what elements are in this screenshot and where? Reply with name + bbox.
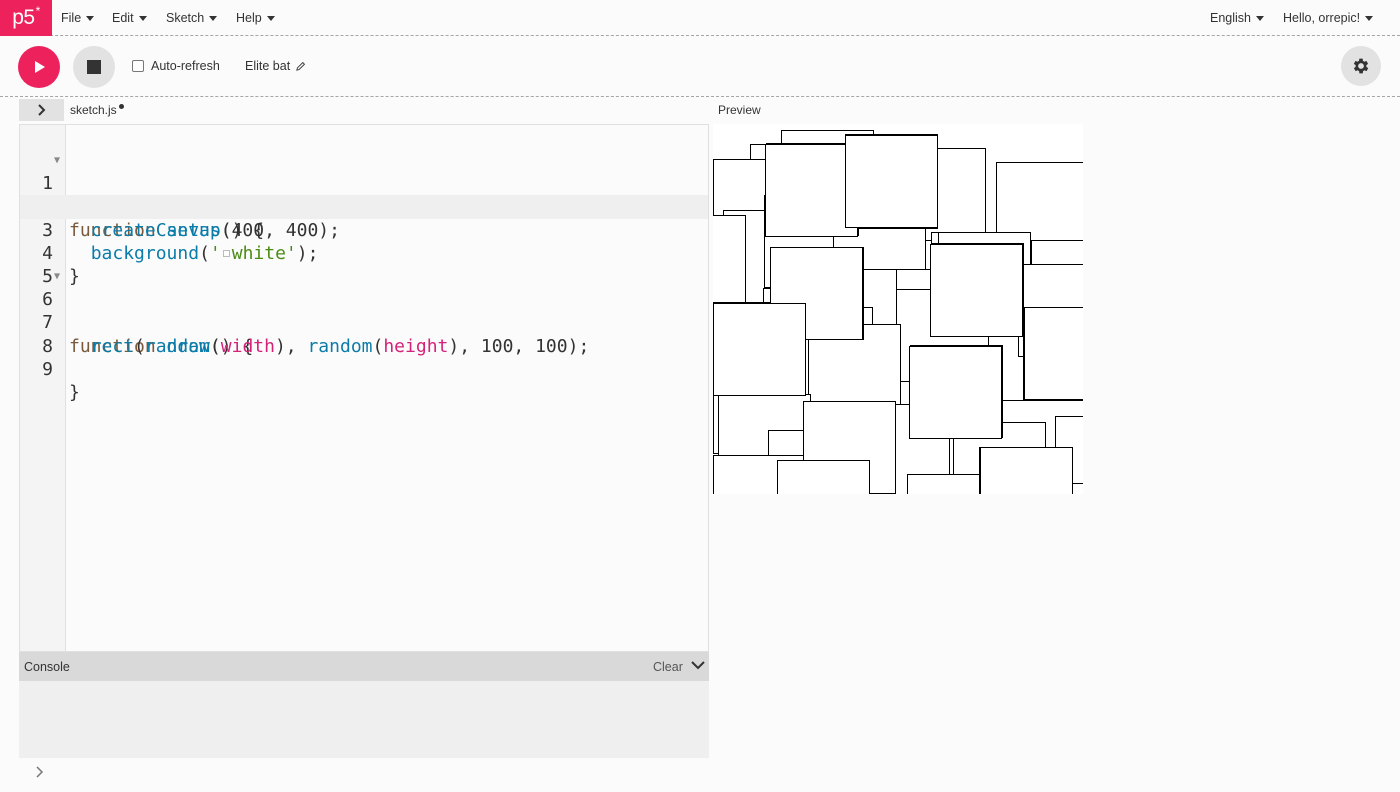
project-name[interactable]: Elite bat [245, 59, 306, 73]
sketch-rect [980, 447, 1073, 494]
fold-arrow-icon[interactable]: ▼ [54, 265, 60, 288]
code-line[interactable]: 1 ▼ function setup() { [20, 149, 708, 241]
console-output [19, 681, 709, 758]
code-line[interactable]: 4 } [20, 219, 708, 287]
gear-icon [1353, 58, 1369, 74]
sketch-rect [713, 303, 806, 396]
settings-button[interactable] [1341, 46, 1381, 86]
language-menu[interactable]: English [1210, 0, 1264, 36]
caret-down-icon [1256, 15, 1264, 21]
menu-edit[interactable]: Edit [112, 0, 147, 36]
p5-logo[interactable]: p5 * [0, 0, 52, 36]
caret-down-icon [266, 15, 275, 21]
pencil-icon[interactable] [295, 61, 306, 72]
file-name: sketch.js [70, 103, 117, 117]
console-clear-button[interactable]: Clear [653, 660, 683, 674]
preview-label: Preview [718, 103, 761, 117]
code-line[interactable]: 6 ▼ function draw() { [20, 265, 708, 357]
code-editor[interactable]: 1 ▼ function setup() { 2 createCanvas(40… [19, 124, 709, 652]
chevron-right-icon [37, 104, 45, 116]
menu-sketch[interactable]: Sketch [166, 0, 218, 36]
sidebar-toggle-button[interactable] [19, 99, 64, 121]
sketch-rect [777, 460, 870, 494]
sketch-rect [713, 215, 746, 308]
caret-down-icon [1365, 15, 1374, 21]
stop-button[interactable] [73, 46, 115, 88]
code-line[interactable]: 8 [20, 311, 708, 357]
play-icon [35, 61, 45, 73]
code-lines[interactable]: 1 ▼ function setup() { 2 createCanvas(40… [20, 149, 708, 403]
caret-down-icon [86, 15, 95, 21]
caret-down-icon [138, 15, 147, 21]
sketch-output [713, 130, 1083, 494]
sketch-rect [1024, 307, 1083, 400]
sketch-rect [909, 346, 1002, 439]
console-title: Console [24, 659, 70, 674]
line-number: 9 [42, 358, 53, 380]
caret-down-icon [209, 15, 218, 21]
play-button[interactable] [18, 46, 60, 88]
menu-file[interactable]: File [61, 0, 95, 36]
sketch-rect [765, 144, 858, 237]
code-line[interactable]: 2 createCanvas(400, 400); [20, 172, 708, 240]
code-line[interactable]: 9 } [20, 335, 708, 403]
sketch-rect [845, 135, 938, 228]
chevron-down-icon[interactable] [691, 660, 705, 670]
toolbar: Auto-refresh Elite bat [0, 37, 1400, 97]
user-menu[interactable]: Hello, orrepic! [1283, 0, 1374, 36]
preview-canvas[interactable] [713, 124, 1083, 494]
code-line[interactable]: 7 rect(random(width), random(height), 10… [20, 288, 708, 356]
unsaved-indicator [118, 104, 124, 109]
stop-icon [87, 60, 101, 74]
file-tab[interactable]: sketch.js [70, 103, 124, 117]
code-line[interactable]: 5 [20, 242, 708, 287]
project-name-label: Elite bat [245, 59, 291, 73]
auto-refresh[interactable]: Auto-refresh [132, 59, 220, 73]
sketch-rect [930, 244, 1023, 337]
console-header: Console Clear [19, 652, 709, 681]
auto-refresh-checkbox[interactable] [132, 60, 144, 72]
fold-arrow-icon[interactable]: ▼ [54, 149, 60, 172]
menu-help[interactable]: Help [236, 0, 275, 36]
auto-refresh-label: Auto-refresh [151, 59, 220, 73]
chevron-right-icon [36, 766, 44, 778]
code-line-active[interactable]: 3 background(' white'); [20, 195, 708, 264]
top-nav: p5 * File Edit Sketch Help English Hello,… [0, 0, 1400, 36]
console-input[interactable] [19, 758, 709, 792]
